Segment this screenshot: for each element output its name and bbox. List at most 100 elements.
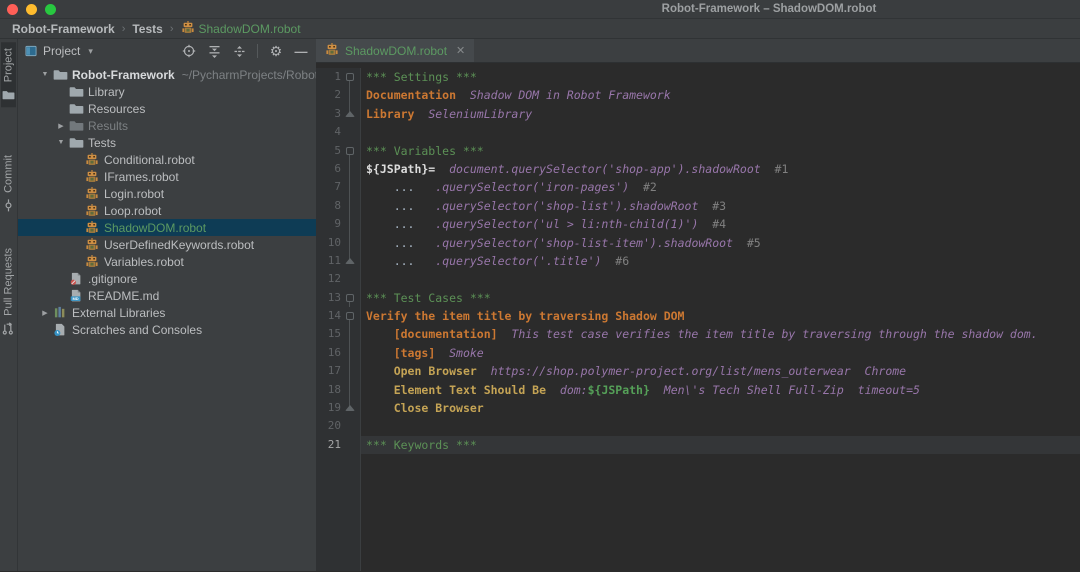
line-number: 16 <box>316 343 341 363</box>
tree-chevron-icon[interactable]: ▼ <box>38 71 52 78</box>
code-text[interactable]: Documentation Shadow DOM in Robot Framew… <box>361 86 1080 104</box>
fold-gutter <box>341 159 361 179</box>
minimize-window-button[interactable] <box>26 4 37 15</box>
tree-item-external-libraries[interactable]: ▶ External Libraries <box>18 304 316 321</box>
code-line-14[interactable]: 14 Verify the item title by traversing Sh… <box>316 307 1080 326</box>
tree-item-login-robot[interactable]: Login.robot <box>18 185 316 202</box>
close-window-button[interactable] <box>7 4 18 15</box>
tree-item-label: IFrames.robot <box>104 169 179 184</box>
code-line-16[interactable]: 16 [tags] Smoke <box>316 343 1080 363</box>
fold-end-icon[interactable] <box>345 257 355 264</box>
code-text[interactable]: Open Browser https://shop.polymer-projec… <box>361 362 1080 380</box>
code-line-7[interactable]: 7 ... .querySelector('iron-pages') #2 <box>316 178 1080 197</box>
fold-end-icon[interactable] <box>345 110 355 117</box>
code-text[interactable] <box>361 270 1080 288</box>
settings-gear-icon[interactable]: ⚙ <box>269 44 283 58</box>
code-line-10[interactable]: 10 ... .querySelector('shop-list-item').… <box>316 233 1080 252</box>
code-line-12[interactable]: 12 <box>316 270 1080 289</box>
tree-item-conditional-robot[interactable]: Conditional.robot <box>18 151 316 168</box>
breadcrumb-project[interactable]: Robot-Framework <box>12 22 115 36</box>
code-text[interactable]: ... .querySelector('shop-list').shadowRo… <box>361 197 1080 215</box>
code-text[interactable] <box>361 417 1080 435</box>
tree-item-scratches-and-consoles[interactable]: Scratches and Consoles <box>18 321 316 338</box>
tree-item-userdefinedkeywords-robot[interactable]: UserDefinedKeywords.robot <box>18 236 316 253</box>
editor-empty-area[interactable] <box>316 454 1080 571</box>
fold-start-icon[interactable] <box>346 146 354 155</box>
locate-icon[interactable] <box>182 44 196 58</box>
tree-item-label: .gitignore <box>88 271 138 286</box>
stripe-tab-project[interactable]: Project <box>1 42 16 108</box>
code-text[interactable]: *** Variables *** <box>361 142 1080 160</box>
tree-item-resources[interactable]: Resources <box>18 100 316 117</box>
hide-icon[interactable]: — <box>294 44 308 59</box>
code-line-1[interactable]: 1 *** Settings *** <box>316 68 1080 87</box>
code-line-20[interactable]: 20 <box>316 417 1080 436</box>
tree-item-library[interactable]: Library <box>18 83 316 100</box>
code-text[interactable]: [tags] Smoke <box>361 344 1080 362</box>
zoom-window-button[interactable] <box>45 4 56 15</box>
robot-icon <box>84 254 100 270</box>
fold-start-icon[interactable] <box>346 312 354 321</box>
code-line-21[interactable]: 21 *** Keywords *** <box>316 435 1080 455</box>
folder-icon <box>52 67 68 83</box>
ide-window: Robot-Framework – ShadowDOM.robot Robot-… <box>0 0 1080 572</box>
editor-body[interactable]: 1 *** Settings *** 2 Documentation Shadow D… <box>316 63 1080 571</box>
code-line-15[interactable]: 15 [documentation] This test case verifi… <box>316 325 1080 344</box>
breadcrumb: Robot-Framework › Tests › ShadowDOM.robo… <box>0 19 1080 39</box>
tree-item-robot-framework[interactable]: ▼ Robot-Framework ~/PycharmProjects/Robot-… <box>18 66 316 83</box>
close-tab-icon[interactable]: ✕ <box>456 44 465 57</box>
tree-item-shadowdom-robot[interactable]: ShadowDOM.robot <box>18 219 316 236</box>
code-text[interactable]: ... .querySelector('ul > li:nth-child(1)… <box>361 215 1080 233</box>
breadcrumb-file[interactable]: ShadowDOM.robot <box>181 20 301 38</box>
tree-chevron-icon[interactable]: ▶ <box>38 309 52 317</box>
tree-chevron-icon[interactable]: ▶ <box>54 122 68 130</box>
tree-item-iframes-robot[interactable]: IFrames.robot <box>18 168 316 185</box>
project-view-selector[interactable]: Project ▾ <box>25 44 93 58</box>
project-folder-icon <box>2 88 15 101</box>
code-text[interactable]: ${JSPath}= document.querySelector('shop-… <box>361 160 1080 178</box>
fold-end-icon[interactable] <box>345 405 355 412</box>
tree-item-loop-robot[interactable]: Loop.robot <box>18 202 316 219</box>
code-line-5[interactable]: 5 *** Variables *** <box>316 141 1080 160</box>
code-line-19[interactable]: 19 Close Browser <box>316 399 1080 418</box>
expand-collapse-icon[interactable] <box>232 44 246 58</box>
code-text[interactable]: Close Browser <box>361 399 1080 417</box>
tree-chevron-icon[interactable]: ▼ <box>54 139 68 146</box>
code-line-11[interactable]: 11 ... .querySelector('.title') #6 <box>316 251 1080 271</box>
code-text[interactable] <box>361 123 1080 141</box>
code-line-18[interactable]: 18 Element Text Should Be dom:${JSPath} … <box>316 380 1080 400</box>
scratch-icon <box>52 322 68 338</box>
line-number: 15 <box>316 325 341 344</box>
tree-item-tests[interactable]: ▼ Tests <box>18 134 316 151</box>
tree-item--gitignore[interactable]: .gitignore <box>18 270 316 287</box>
code-text[interactable]: *** Settings *** <box>361 68 1080 86</box>
code-text[interactable]: Library SeleniumLibrary <box>361 105 1080 123</box>
code-line-3[interactable]: 3 Library SeleniumLibrary <box>316 104 1080 124</box>
breadcrumb-tests[interactable]: Tests <box>132 22 162 36</box>
code-text[interactable]: [documentation] This test case verifies … <box>361 325 1080 343</box>
code-text[interactable]: ... .querySelector('iron-pages') #2 <box>361 178 1080 196</box>
editor-tab-shadowdom[interactable]: ShadowDOM.robot ✕ <box>316 39 475 62</box>
collapse-all-icon[interactable] <box>207 44 221 58</box>
tree-item-variables-robot[interactable]: Variables.robot <box>18 253 316 270</box>
code-text[interactable]: ... .querySelector('shop-list-item').sha… <box>361 234 1080 252</box>
stripe-tab-commit[interactable]: Commit <box>1 149 16 218</box>
code-text[interactable]: ... .querySelector('.title') #6 <box>361 252 1080 270</box>
code-line-9[interactable]: 9 ... .querySelector('ul > li:nth-child(… <box>316 215 1080 234</box>
line-number: 12 <box>316 270 341 289</box>
code-line-2[interactable]: 2 Documentation Shadow DOM in Robot Frame… <box>316 86 1080 105</box>
code-line-6[interactable]: 6 ${JSPath}= document.querySelector('shop… <box>316 159 1080 179</box>
code-line-4[interactable]: 4 <box>316 123 1080 142</box>
code-line-8[interactable]: 8 ... .querySelector('shop-list').shadow… <box>316 196 1080 216</box>
tree-item-results[interactable]: ▶ Results <box>18 117 316 134</box>
code-line-13[interactable]: 13 *** Test Cases *** <box>316 288 1080 308</box>
code-text[interactable]: Element Text Should Be dom:${JSPath} Men… <box>361 381 1080 399</box>
fold-start-icon[interactable] <box>346 293 354 302</box>
code-text[interactable]: *** Keywords *** <box>361 435 1080 455</box>
code-text[interactable]: Verify the item title by traversing Shad… <box>361 307 1080 325</box>
code-line-17[interactable]: 17 Open Browser https://shop.polymer-pro… <box>316 362 1080 381</box>
code-text[interactable]: *** Test Cases *** <box>361 289 1080 307</box>
stripe-tab-pull-requests[interactable]: Pull Requests <box>1 242 16 341</box>
tree-item-readme-md[interactable]: MD README.md <box>18 287 316 304</box>
fold-start-icon[interactable] <box>346 73 354 81</box>
